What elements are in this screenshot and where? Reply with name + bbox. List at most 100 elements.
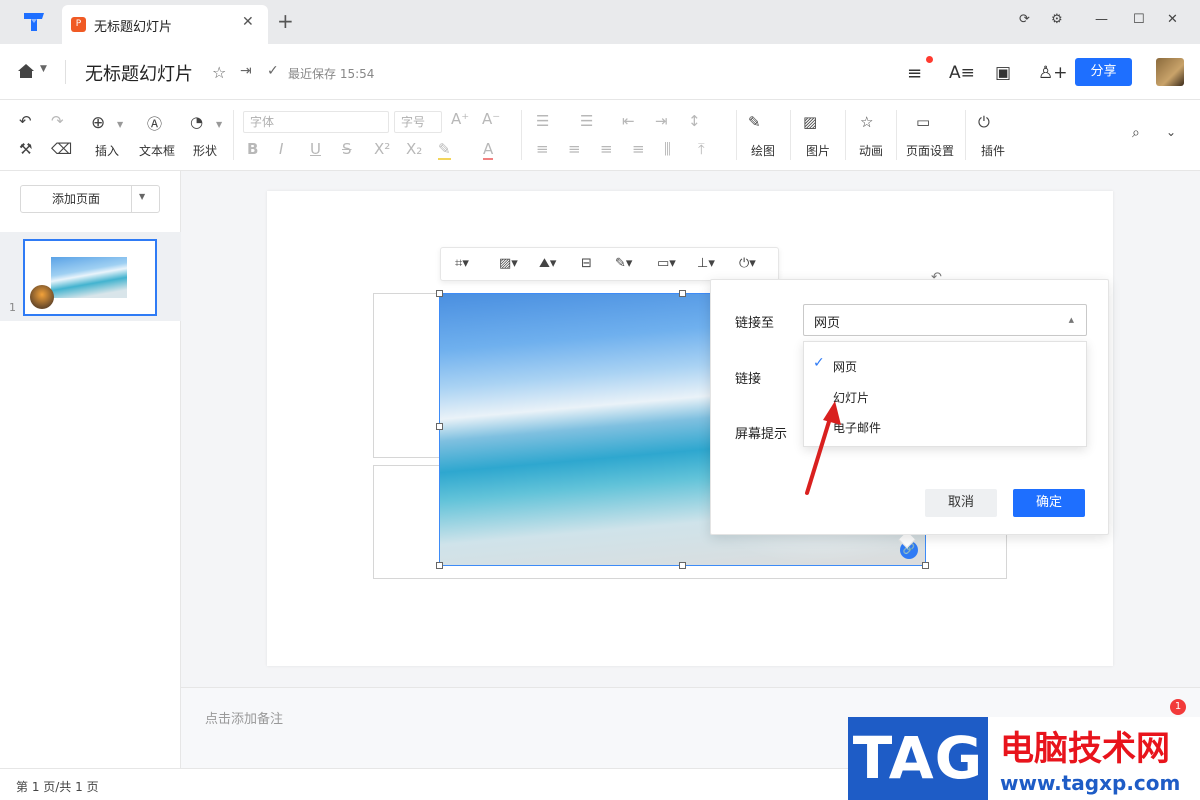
presentation-icon[interactable]: ▣	[995, 63, 1011, 83]
bold-icon[interactable]: B	[247, 140, 258, 158]
home-caret-icon[interactable]: ▼	[40, 64, 47, 74]
animation-icon[interactable]: ☆	[860, 113, 873, 131]
page-setup-label[interactable]: 页面设置	[906, 142, 954, 159]
highlight-icon[interactable]: ✎	[438, 140, 451, 160]
ribbon-toolbar: ↶ ↷ ⚒ ⌫ ⊕ ▼ 插入 Ⓐ 文本框 ◔ ▼ 形状 字体 字号 A⁺ A⁻ …	[0, 100, 1200, 171]
link-to-select[interactable]: 网页 ▲	[803, 304, 1087, 336]
align-center-icon[interactable]: ≡	[568, 140, 581, 158]
crop-icon[interactable]: ⌗▾	[455, 256, 469, 271]
undo-icon[interactable]: ↶	[19, 112, 32, 130]
slide-thumbnail[interactable]	[23, 239, 157, 316]
flip-icon[interactable]: ⊟	[581, 256, 592, 271]
replace-image-icon[interactable]: ▨▾	[499, 256, 518, 271]
border-color-icon[interactable]: ✎▾	[615, 256, 632, 271]
increase-font-icon[interactable]: A⁺	[451, 110, 469, 128]
add-collaborator-icon[interactable]: ♙+	[1038, 63, 1067, 83]
check-icon: ✓	[813, 355, 825, 371]
text-format-icon[interactable]: A≡	[949, 63, 975, 83]
eraser-icon[interactable]: ⌫	[51, 140, 72, 158]
decrease-indent-icon[interactable]: ⇤	[622, 112, 635, 130]
align-left-icon[interactable]: ≡	[536, 140, 549, 158]
menu-icon[interactable]: ≡	[907, 63, 922, 84]
decrease-font-icon[interactable]: A⁻	[482, 110, 500, 128]
title-bar: P 无标题幻灯片 ✕ + ⟳ ⚙ — ☐ ✕	[0, 0, 1200, 44]
plugin-icon[interactable]: ⏻▾	[739, 256, 756, 271]
resize-handle[interactable]	[922, 562, 929, 569]
close-window-icon[interactable]: ✕	[1167, 12, 1178, 27]
ok-button[interactable]: 确定	[1013, 489, 1085, 517]
add-page-button[interactable]: 添加页面 ▼	[20, 185, 160, 213]
refresh-icon[interactable]: ⟳	[1019, 12, 1030, 27]
add-page-caret-icon[interactable]: ▼	[139, 192, 145, 201]
line-spacing-icon[interactable]: ↕	[688, 112, 701, 130]
justify-icon[interactable]: ≡	[632, 140, 645, 158]
shape-icon[interactable]: ◔	[190, 113, 203, 131]
cancel-button[interactable]: 取消	[925, 489, 997, 517]
tab-label: 无标题幻灯片	[94, 20, 173, 35]
draw-icon[interactable]: ✎	[748, 113, 761, 131]
avatar[interactable]	[1156, 58, 1184, 86]
resize-handle[interactable]	[679, 562, 686, 569]
image-style-icon[interactable]: ⛰▾	[539, 256, 556, 271]
textbox-icon[interactable]: Ⓐ	[147, 113, 162, 134]
option-email[interactable]: 电子邮件	[804, 411, 1088, 441]
format-painter-icon[interactable]: ⚒	[19, 140, 32, 158]
document-header: ▼ 无标题幻灯片 ☆ ⇥ ✓ 最近保存 15:54 ≡ A≡ ▣ ♙+ 分享	[0, 44, 1200, 100]
watermark-site-name: 电脑技术网	[1000, 729, 1170, 769]
move-to-folder-icon[interactable]: ⇥	[240, 63, 252, 79]
redo-icon[interactable]: ↷	[51, 112, 64, 130]
minimize-icon[interactable]: —	[1095, 12, 1108, 27]
settings-icon[interactable]: ⚙	[1051, 12, 1063, 27]
align-right-icon[interactable]: ≡	[600, 140, 613, 158]
align-icon[interactable]: ⊥▾	[697, 256, 715, 271]
home-icon[interactable]	[17, 63, 35, 79]
image-icon[interactable]: ▨	[803, 113, 817, 131]
resize-handle[interactable]	[436, 423, 443, 430]
search-icon[interactable]: ⌕	[1132, 125, 1140, 141]
insert-label[interactable]: 插入	[95, 142, 119, 159]
star-icon[interactable]: ☆	[212, 63, 226, 82]
shape-caret-icon[interactable]: ▼	[216, 120, 222, 129]
add-page-label[interactable]: 添加页面	[21, 186, 132, 212]
font-size-select[interactable]: 字号	[394, 111, 442, 133]
underline-icon[interactable]: U	[310, 140, 321, 158]
distribute-icon[interactable]: ⫼	[664, 140, 671, 158]
insert-caret-icon[interactable]: ▼	[117, 120, 123, 129]
increase-indent-icon[interactable]: ⇥	[655, 112, 668, 130]
animation-label[interactable]: 动画	[859, 142, 883, 159]
vertical-align-icon[interactable]: ⤒	[698, 140, 705, 158]
font-select[interactable]: 字体	[243, 111, 389, 133]
italic-icon[interactable]: I	[279, 140, 283, 158]
strikethrough-icon[interactable]: S	[342, 140, 352, 158]
option-webpage[interactable]: ✓ 网页	[804, 350, 1088, 380]
shadow-icon[interactable]: ▭▾	[657, 256, 676, 271]
resize-handle[interactable]	[436, 562, 443, 569]
textbox-label[interactable]: 文本框	[139, 142, 175, 159]
shape-label[interactable]: 形状	[193, 142, 217, 159]
resize-handle[interactable]	[436, 290, 443, 297]
slide-thumbnail-row[interactable]: 1	[0, 232, 181, 321]
draw-label[interactable]: 绘图	[751, 142, 775, 159]
page-title[interactable]: 无标题幻灯片	[85, 60, 193, 86]
font-color-icon[interactable]: A	[483, 140, 494, 160]
page-setup-icon[interactable]: ▭	[916, 113, 930, 131]
new-tab-icon[interactable]: +	[277, 9, 294, 33]
plugin-label[interactable]: 插件	[981, 142, 1005, 159]
avatar	[30, 285, 54, 309]
maximize-icon[interactable]: ☐	[1133, 12, 1145, 27]
plugin-icon[interactable]: ⏻	[978, 113, 990, 131]
collapse-toolbar-icon[interactable]: ⌄	[1166, 125, 1176, 139]
share-button[interactable]: 分享	[1075, 58, 1132, 86]
notes-placeholder[interactable]: 点击添加备注	[205, 708, 283, 727]
insert-icon[interactable]: ⊕	[91, 113, 105, 133]
bullet-list-icon[interactable]: ☰	[536, 112, 549, 130]
tab-document[interactable]: P 无标题幻灯片 ✕	[62, 5, 268, 44]
superscript-icon[interactable]: X²	[374, 140, 390, 158]
numbered-list-icon[interactable]: ☰	[580, 112, 593, 130]
option-slide[interactable]: 幻灯片	[804, 381, 1088, 411]
tab-close-icon[interactable]: ✕	[242, 14, 254, 30]
notification-badge[interactable]: 1	[1170, 699, 1186, 715]
subscript-icon[interactable]: X₂	[406, 140, 422, 158]
resize-handle[interactable]	[679, 290, 686, 297]
image-label[interactable]: 图片	[806, 142, 830, 159]
